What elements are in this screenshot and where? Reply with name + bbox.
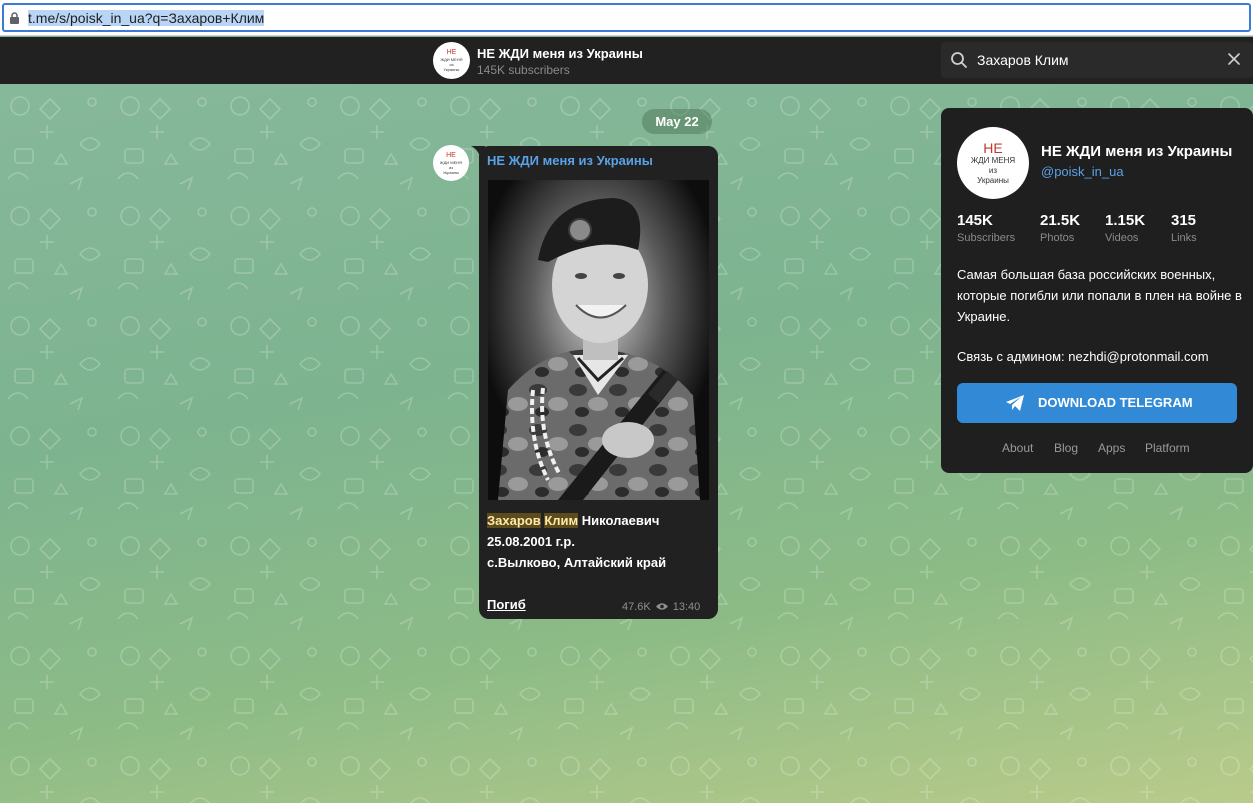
soldier-portrait-image	[488, 180, 709, 500]
lock-icon	[10, 12, 19, 24]
stat-videos[interactable]: 1.15K Videos	[1105, 212, 1145, 244]
channel-header: НЕ ЖДИ МЕНЯ из Украины НЕ ЖДИ меня из Ук…	[0, 37, 1253, 84]
header-subscribers: 145K subscribers	[477, 63, 570, 77]
card-channel-avatar[interactable]: НЕ ЖДИ МЕНЯ из Украины	[957, 127, 1029, 199]
stat-links[interactable]: 315 Links	[1171, 212, 1197, 244]
message-meta: 47.6K 13:40	[622, 601, 700, 613]
footer-link-platform[interactable]: Platform	[1145, 441, 1190, 455]
channel-logo: НЕ ЖДИ МЕНЯ из Украины	[440, 49, 463, 72]
search-box[interactable]	[941, 42, 1253, 78]
card-channel-title: НЕ ЖДИ меня из Украины	[1041, 143, 1233, 160]
channel-logo: НЕ ЖДИ МЕНЯ из Украины	[439, 151, 463, 175]
channel-avatar[interactable]: НЕ ЖДИ МЕНЯ из Украины	[433, 42, 470, 79]
message-time: 13:40	[672, 601, 701, 613]
search-input[interactable]	[977, 42, 1217, 78]
message-author[interactable]: НЕ ЖДИ меня из Украины	[487, 153, 653, 168]
message-photo[interactable]	[488, 180, 709, 500]
search-highlight: Захаров	[487, 513, 541, 528]
message-patronymic: Николаевич	[581, 513, 660, 528]
stat-subscribers: 145K Subscribers	[957, 212, 1016, 244]
search-highlight: Клим	[544, 513, 579, 528]
channel-description: Самая большая база российских военных, к…	[957, 267, 1242, 324]
channel-logo: НЕ ЖДИ МЕНЯ из Украины	[970, 139, 1016, 185]
browser-address-bar: t.me/s/poisk_in_ua?q=Захаров+Клим	[0, 0, 1253, 36]
message-avatar[interactable]: НЕ ЖДИ МЕНЯ из Украины	[433, 145, 469, 181]
footer-link-about[interactable]: About	[1002, 441, 1033, 455]
search-icon	[951, 52, 967, 68]
message-birthdate: 25.08.2001 г.р.	[487, 534, 575, 549]
message-place: с.Вылково, Алтайский край	[487, 555, 667, 570]
message-status-link[interactable]: Погиб	[487, 597, 526, 612]
url-field[interactable]: t.me/s/poisk_in_ua?q=Захаров+Клим	[2, 3, 1251, 32]
download-telegram-button[interactable]: DOWNLOAD TELEGRAM	[957, 383, 1237, 423]
date-separator: May 22	[642, 109, 712, 134]
telegram-plane-icon	[1006, 395, 1024, 411]
view-count: 47.6K	[622, 601, 651, 613]
stat-photos[interactable]: 21.5K Photos	[1040, 212, 1080, 244]
eye-icon	[655, 603, 668, 610]
header-channel-title[interactable]: НЕ ЖДИ меня из Украины	[477, 46, 643, 61]
channel-contact: Связь с админом: nezhdi@protonmail.com	[957, 349, 1209, 364]
close-icon[interactable]	[1227, 52, 1241, 66]
message-name-line: Захаров Клим Николаевич	[487, 513, 659, 528]
footer-link-apps[interactable]: Apps	[1098, 441, 1125, 455]
card-channel-handle[interactable]: @poisk_in_ua	[1041, 164, 1124, 179]
url-text[interactable]: t.me/s/poisk_in_ua?q=Захаров+Клим	[28, 10, 265, 27]
footer-link-blog[interactable]: Blog	[1054, 441, 1078, 455]
